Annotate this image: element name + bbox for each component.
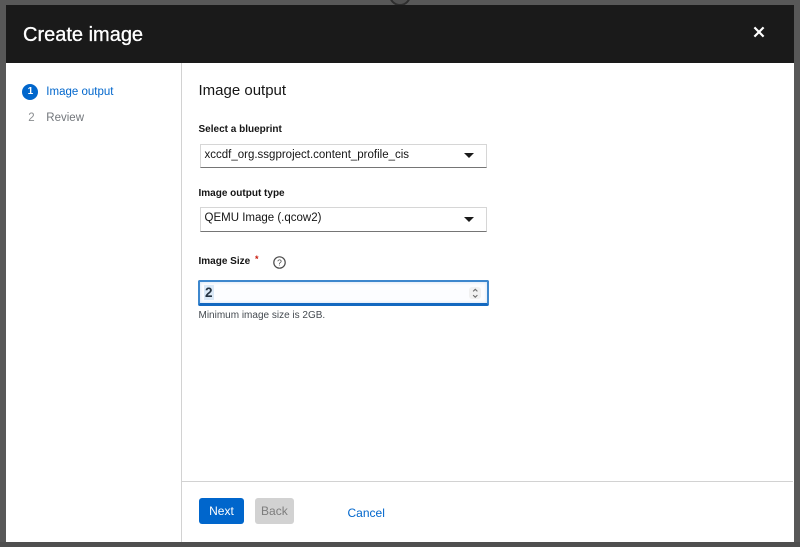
svg-text:?: ? bbox=[277, 257, 282, 267]
